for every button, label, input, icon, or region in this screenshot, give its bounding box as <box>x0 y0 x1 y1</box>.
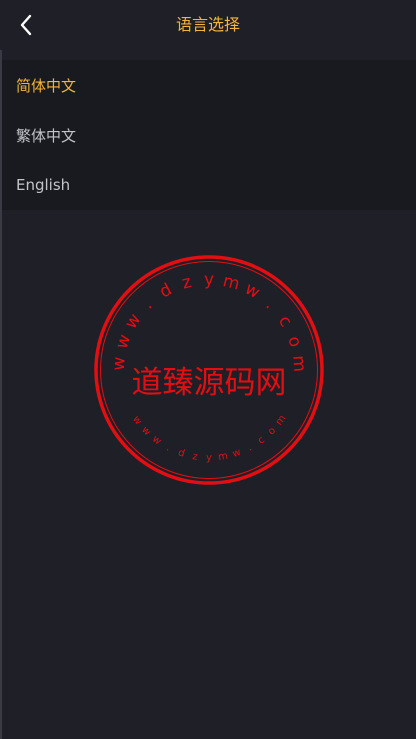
seal-arc-letter: w <box>130 414 144 427</box>
language-list: 简体中文 繁体中文 English <box>2 60 416 210</box>
seal-arc-letter: o <box>266 425 278 437</box>
seal-arc-letter: . <box>262 295 280 313</box>
watermark-seal: 道臻源码网 www.d z y m w.com www. d z y m w .com <box>94 255 324 485</box>
language-label: English <box>16 176 71 194</box>
top-bar: 语言选择 <box>0 0 416 50</box>
seal-arc-letter: m <box>221 271 242 294</box>
seal-bottom-arc: www. d z y m w .com <box>130 413 288 463</box>
seal-arc-letter: m <box>288 355 309 373</box>
seal-arc-letter: m <box>274 413 289 427</box>
seal-arc-letter: w <box>112 332 135 352</box>
language-option-simplified-chinese[interactable]: 简体中文 <box>2 60 416 110</box>
seal-arc-letter: o <box>283 334 305 350</box>
seal-arc-letter: d <box>156 280 175 303</box>
language-label: 繁体中文 <box>16 126 77 145</box>
seal-arc-letter: . <box>164 442 172 453</box>
language-option-traditional-chinese[interactable]: 繁体中文 <box>2 110 416 160</box>
seal-arc-letter: d <box>177 447 186 459</box>
seal-arc-letter: c <box>274 312 296 331</box>
seal-center-text: 道臻源码网 <box>132 365 287 401</box>
seal-arc-letter: w <box>121 310 145 333</box>
seal-arc-letter: w <box>231 447 242 460</box>
language-label: 简体中文 <box>16 76 77 95</box>
seal-arc-letter: z <box>180 272 194 294</box>
seal-arc-letter: m <box>217 451 228 463</box>
language-option-english[interactable]: English <box>2 160 416 210</box>
seal-arc-letter: w <box>109 356 130 371</box>
seal-arc-letter: w <box>150 434 163 448</box>
seal-arc-letter: w <box>139 425 153 439</box>
seal-arc-letter: . <box>139 295 157 313</box>
seal-top-arc: www.d z y m w.com <box>109 270 310 373</box>
seal-arc-letter: z <box>192 451 199 463</box>
seal-arc-letter: y <box>204 270 214 290</box>
page-title: 语言选择 <box>175 15 240 34</box>
seal-arc-letter: y <box>206 453 212 464</box>
seal-arc-letter: w <box>241 279 263 303</box>
seal-arc-letter: . <box>246 442 254 453</box>
seal-arc-letter: c <box>256 435 267 447</box>
